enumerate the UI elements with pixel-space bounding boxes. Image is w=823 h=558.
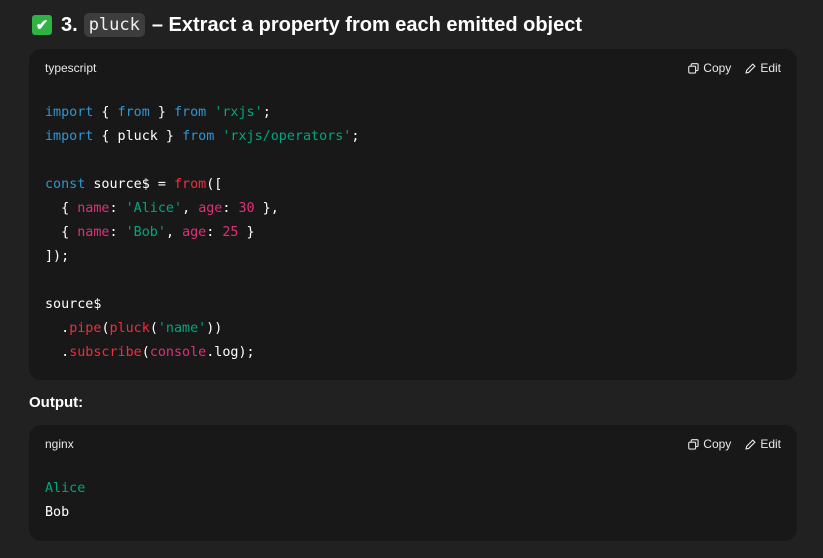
code-line: const source$ = from([ [45, 177, 223, 192]
code-block-header: nginx Copy Edit [29, 425, 797, 463]
code-line: { name: 'Alice', age: 30 }, [45, 201, 279, 216]
code-block-output: nginx Copy Edit Alice Bob [29, 425, 797, 541]
copy-icon [688, 438, 699, 450]
code-line: .pipe(pluck('name')) [45, 321, 223, 336]
edit-button[interactable]: Edit [745, 61, 781, 75]
code-line: .subscribe(console.log); [45, 345, 255, 360]
code-actions: Copy Edit [688, 61, 781, 75]
code-line: import { pluck } from 'rxjs/operators'; [45, 129, 360, 144]
code-line: ]); [45, 249, 70, 264]
output-content: Alice Bob [29, 477, 797, 525]
section-heading: ✔ 3. pluck – Extract a property from eac… [32, 10, 582, 40]
edit-label: Edit [760, 61, 781, 75]
copy-label: Copy [703, 61, 732, 75]
output-line: Bob [45, 505, 70, 520]
heading-text: – Extract a property from each emitted o… [151, 13, 583, 36]
check-mark-icon: ✔ [32, 15, 52, 35]
edit-button[interactable]: Edit [745, 437, 781, 451]
code-language-label: typescript [45, 61, 97, 75]
heading-number: 3. [61, 13, 78, 36]
output-label: Output: [29, 394, 84, 411]
code-actions: Copy Edit [688, 437, 781, 451]
copy-icon [688, 62, 699, 74]
code-language-label: nginx [45, 437, 74, 451]
copy-label: Copy [703, 437, 732, 451]
code-line: { name: 'Bob', age: 25 } [45, 225, 255, 240]
code-line: import { from } from 'rxjs'; [45, 105, 271, 120]
copy-button[interactable]: Copy [688, 437, 731, 451]
code-content: import { from } from 'rxjs'; import { pl… [29, 101, 797, 365]
code-line: source$ [45, 297, 102, 312]
heading-inline-code: pluck [83, 13, 145, 37]
code-block-typescript: typescript Copy Edit import { from } fro… [29, 49, 797, 380]
output-line: Alice [45, 481, 86, 496]
code-block-header: typescript Copy Edit [29, 49, 797, 87]
copy-button[interactable]: Copy [688, 61, 731, 75]
edit-icon [745, 62, 756, 74]
edit-icon [745, 438, 756, 450]
edit-label: Edit [760, 437, 781, 451]
